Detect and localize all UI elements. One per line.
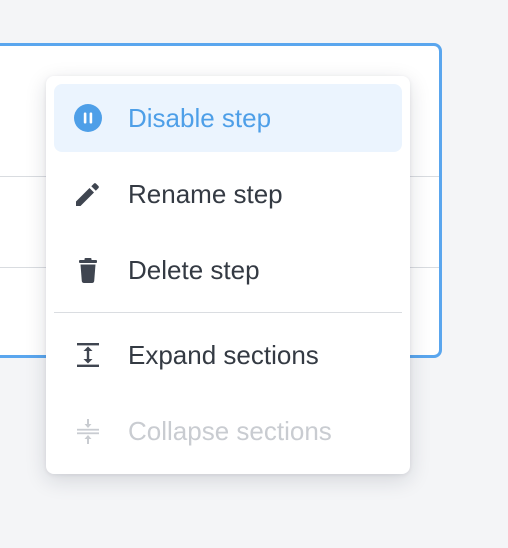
- menu-item-label: Delete step: [128, 254, 260, 285]
- menu-item-label: Collapse sections: [128, 415, 332, 446]
- collapse-vertical-icon: [73, 416, 103, 446]
- disable-step-menu-item[interactable]: Disable step: [54, 84, 402, 152]
- menu-separator: [54, 312, 402, 313]
- expand-sections-menu-item[interactable]: Expand sections: [54, 321, 402, 389]
- menu-item-label: Expand sections: [128, 339, 319, 370]
- menu-item-label: Rename step: [128, 178, 283, 209]
- rename-step-menu-item[interactable]: Rename step: [54, 160, 402, 228]
- collapse-sections-menu-item: Collapse sections: [54, 397, 402, 465]
- menu-item-label: Disable step: [128, 102, 272, 133]
- trash-icon: [73, 255, 103, 285]
- pencil-icon: [73, 179, 103, 209]
- expand-vertical-icon: [73, 340, 103, 370]
- pause-circle-icon: [73, 103, 103, 133]
- delete-step-menu-item[interactable]: Delete step: [54, 236, 402, 304]
- step-context-menu: Disable step Rename step Delete step Exp…: [46, 76, 410, 474]
- screen: Disable step Rename step Delete step Exp…: [0, 0, 508, 548]
